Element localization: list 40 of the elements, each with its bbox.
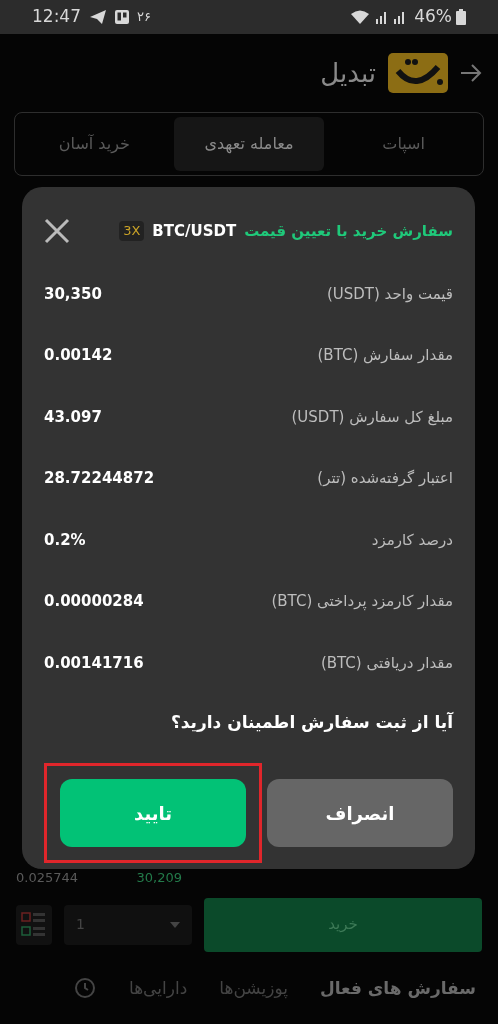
send-icon <box>89 9 107 25</box>
bottom-tab[interactable]: پوزیشن‌ها <box>219 975 288 1001</box>
tab[interactable]: معامله تعهدی <box>173 117 325 171</box>
battery-icon <box>456 9 466 25</box>
detail-value: 28.72244872 <box>44 468 155 489</box>
logo-icon <box>388 53 448 93</box>
detail-label: مقدار دریافتی (BTC) <box>320 652 453 674</box>
confirm-button[interactable]: تایید <box>60 779 246 847</box>
detail-label: مقدار سفارش (BTC) <box>317 345 453 366</box>
detail-label: قیمت واحد (USDT) <box>326 283 453 305</box>
detail-label: مبلغ کل سفارش (USDT) <box>291 406 453 428</box>
order-book-amount: 0.025744 <box>16 869 79 887</box>
cancel-button[interactable]: انصراف <box>267 779 453 847</box>
detail-label: اعتبار گرفته‌شده (تتر) <box>317 468 453 489</box>
detail-label: درصد کارمزد <box>371 529 453 551</box>
order-book-price: 30,209 <box>136 869 182 887</box>
detail-value: 43.097 <box>44 406 102 428</box>
wifi-icon <box>350 9 371 25</box>
detail-label: مقدار کارمزد پرداختی (BTC) <box>271 591 453 613</box>
notification-count: ۲۶ <box>137 8 151 27</box>
detail-value: 0.00141716 <box>44 652 144 674</box>
board-icon <box>115 10 129 24</box>
bottom-tab[interactable]: سفارش های فعال <box>319 975 476 1001</box>
tab[interactable]: خرید آسان <box>19 117 170 171</box>
page-title: تبدیل <box>320 56 376 90</box>
status-time: 12:47 <box>32 5 81 29</box>
confirm-question: آیا از ثبت سفارش اطمینان دارید؟ <box>170 711 453 732</box>
battery-percent: 46% <box>414 5 452 29</box>
back-arrow-icon[interactable] <box>460 64 482 82</box>
close-icon[interactable] <box>44 218 70 244</box>
pair-label: BTC/USDT <box>152 220 237 242</box>
caret-icon <box>170 921 180 928</box>
detail-value: 0.00142 <box>44 345 113 366</box>
detail-value: 0.00000284 <box>44 591 144 612</box>
detail-value: 30,350 <box>44 283 102 305</box>
bottom-tab[interactable]: دارایی‌ها <box>128 975 188 1001</box>
dialog-title: سفارش خرید با تعیین قیمت <box>244 220 453 242</box>
leverage-badge: 3X <box>119 221 145 241</box>
tab[interactable]: اسپات <box>328 117 479 171</box>
detail-value: 0.2% <box>44 529 86 551</box>
